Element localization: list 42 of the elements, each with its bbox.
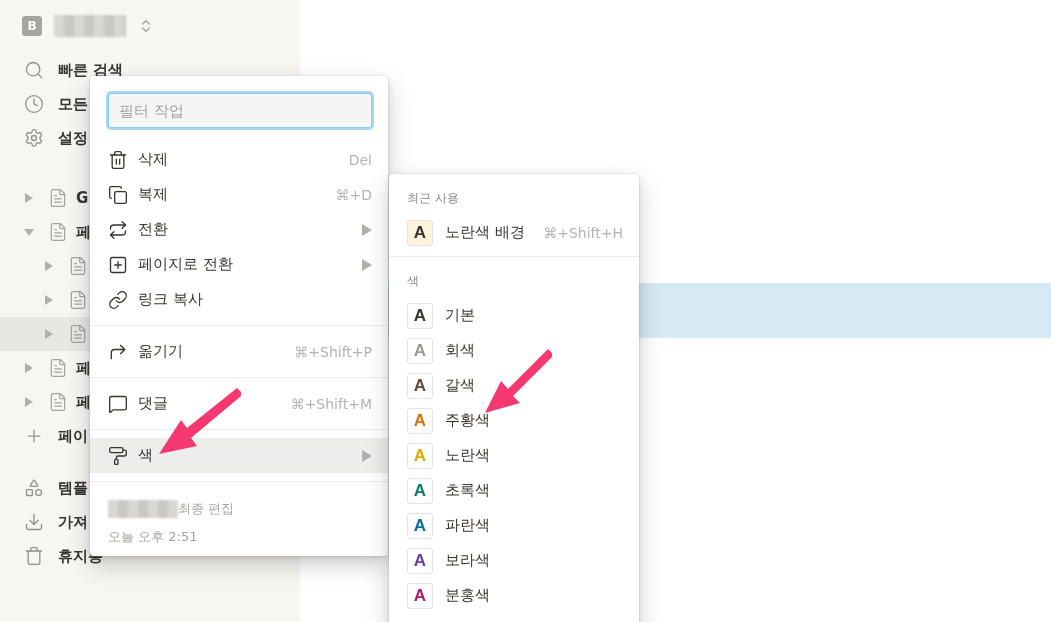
shortcut: ⌘+Shift+M (290, 395, 372, 412)
color-label: 보라색 (445, 551, 491, 570)
section-title: 색 (406, 273, 420, 290)
color-swatch: A (407, 407, 433, 434)
color-swatch: A (407, 582, 433, 609)
color-label: 초록색 (445, 481, 491, 500)
menu-label: 복제 (138, 185, 169, 204)
color-swatch: A (407, 372, 433, 399)
color-swatch: A (407, 547, 433, 574)
section-title: 최근 사용 (406, 190, 460, 207)
edited-label: 최종 편집 (178, 500, 235, 518)
color-label: 노란색 (445, 446, 491, 465)
page-title: 페 (76, 358, 91, 378)
color-label: 회색 (445, 341, 476, 360)
color-label: 기본 (445, 306, 476, 325)
menu-label: 페이지로 전환 (138, 255, 234, 274)
menu-label: 삭제 (138, 150, 169, 169)
color-label: 주황색 (445, 411, 491, 430)
color-label: 분홍색 (445, 586, 491, 605)
shortcut: ⌘+D (335, 186, 372, 203)
menu-label: 댓글 (138, 394, 169, 413)
workspace-badge: B (22, 16, 42, 36)
menu-label: 옮기기 (138, 342, 184, 361)
color-swatch: A (407, 512, 433, 539)
menu-label: 전환 (138, 220, 169, 239)
shortcut: ⌘+Shift+P (294, 343, 372, 360)
menu-label: 색 (138, 446, 154, 465)
menu-label: 링크 복사 (138, 290, 204, 309)
page-title: 페 (76, 392, 91, 412)
color-swatch: A (407, 477, 433, 504)
shortcut: Del (348, 151, 372, 168)
page-title: G (76, 189, 89, 207)
color-label: 갈색 (445, 376, 476, 395)
page-title: 페 (76, 222, 91, 242)
shortcut: ⌘+Shift+H (543, 224, 623, 241)
color-label: 파란색 (445, 516, 491, 535)
color-swatch: A (407, 302, 433, 329)
color-label: 노란색 배경 (445, 223, 526, 242)
color-swatch: A (407, 219, 433, 246)
color-swatch: A (407, 337, 433, 364)
edited-time: 오늘 오후 2:51 (108, 528, 199, 546)
color-swatch: A (407, 442, 433, 469)
